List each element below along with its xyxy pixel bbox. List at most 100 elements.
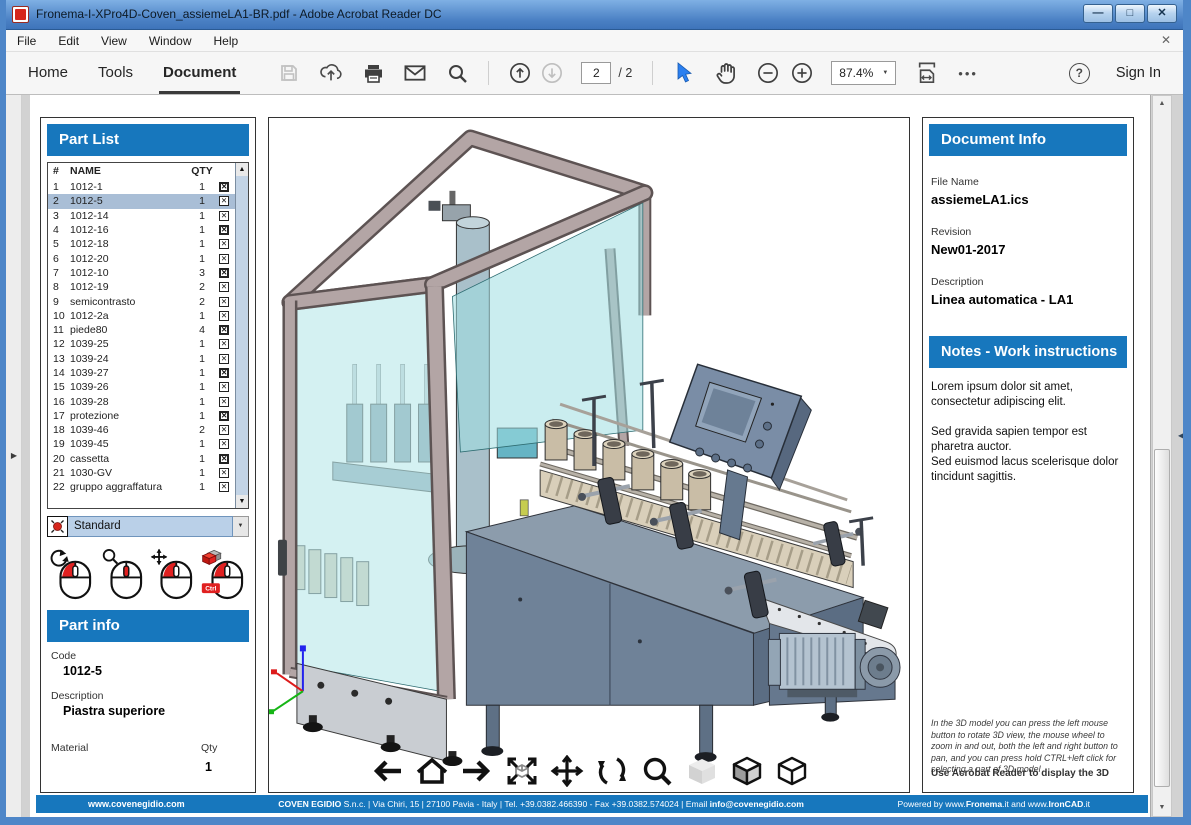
visibility-checkbox-icon[interactable]	[219, 354, 229, 364]
forward-icon[interactable]	[460, 755, 494, 787]
print-icon[interactable]	[362, 62, 384, 84]
visibility-checkbox-icon[interactable]	[219, 282, 229, 292]
expand-left-pane-icon[interactable]: ▶	[7, 447, 21, 465]
visibility-checkbox-icon[interactable]	[219, 382, 229, 392]
title-bar[interactable]: Fronema-I-XPro4D-Coven_assiemeLA1-BR.pdf…	[0, 0, 1191, 30]
tab-document[interactable]: Document	[155, 52, 244, 94]
back-icon[interactable]	[370, 755, 404, 787]
visibility-checkbox-icon[interactable]	[219, 339, 229, 349]
visibility-checkbox-icon[interactable]	[219, 268, 229, 278]
visibility-checkbox-icon[interactable]	[219, 397, 229, 407]
fit-width-icon[interactable]	[916, 62, 938, 84]
pan-icon[interactable]	[550, 755, 584, 787]
email-icon[interactable]	[404, 62, 426, 84]
scroll-down-icon[interactable]: ▼	[236, 495, 248, 508]
table-row[interactable]: 2 1012-5 1	[48, 194, 235, 208]
collapse-right-pane-icon[interactable]: ◀	[1178, 428, 1190, 444]
visibility-checkbox-icon[interactable]	[219, 454, 229, 464]
table-row[interactable]: 5 1012-18 1	[48, 237, 235, 251]
visibility-checkbox-icon[interactable]	[219, 211, 229, 221]
visibility-checkbox-icon[interactable]	[219, 468, 229, 478]
close-pane-icon[interactable]: ✕	[1157, 33, 1175, 47]
table-row[interactable]: 11 piede80 4	[48, 323, 235, 337]
wireframe-cube-icon[interactable]	[775, 755, 809, 787]
table-row[interactable]: 4 1012-16 1	[48, 223, 235, 237]
scroll-up-icon[interactable]: ▲	[236, 163, 248, 176]
save-icon[interactable]	[278, 62, 300, 84]
search-icon[interactable]	[446, 62, 468, 84]
mouse-select-part-icon: Ctrl	[201, 543, 247, 612]
home-icon[interactable]	[415, 755, 449, 787]
menu-edit[interactable]: Edit	[47, 31, 90, 51]
table-row[interactable]: 15 1039-26 1	[48, 380, 235, 394]
menu-file[interactable]: File	[6, 31, 47, 51]
visibility-checkbox-icon[interactable]	[219, 239, 229, 249]
visibility-checkbox-icon[interactable]	[219, 182, 229, 192]
part-list-scrollbar[interactable]: ▲ ▼	[235, 163, 248, 508]
hand-tool-icon[interactable]	[715, 62, 737, 84]
table-row[interactable]: 20 cassetta 1	[48, 452, 235, 466]
visibility-checkbox-icon[interactable]	[219, 325, 229, 335]
zoom-in-icon[interactable]	[791, 62, 813, 84]
visibility-checkbox-icon[interactable]	[219, 425, 229, 435]
table-row[interactable]: 1 1012-1 1	[48, 180, 235, 194]
menu-window[interactable]: Window	[138, 31, 203, 51]
3d-model-viewport[interactable]	[269, 118, 909, 792]
file-name-value: assiemeLA1.ics	[931, 192, 1029, 207]
page-down-icon[interactable]	[541, 62, 563, 84]
menu-view[interactable]: View	[90, 31, 138, 51]
tab-tools[interactable]: Tools	[90, 52, 141, 94]
nav-pane-strip: ▶	[6, 95, 22, 817]
scrollbar-thumb[interactable]	[1154, 449, 1170, 787]
table-row[interactable]: 17 protezione 1	[48, 409, 235, 423]
visibility-checkbox-icon[interactable]	[219, 439, 229, 449]
maximize-button[interactable]: □	[1115, 4, 1145, 23]
zoom-extents-icon[interactable]	[505, 755, 539, 787]
close-button[interactable]: ✕	[1147, 4, 1177, 23]
select-tool-icon[interactable]	[673, 62, 695, 84]
view-mode-select[interactable]: Standard ▼	[47, 516, 249, 537]
vertical-scrollbar[interactable]: ▲ ▼	[1152, 95, 1172, 817]
table-row[interactable]: 22 gruppo aggraffatura 1	[48, 480, 235, 494]
rotate-icon[interactable]	[595, 755, 629, 787]
table-row[interactable]: 8 1012-19 2	[48, 280, 235, 294]
table-row[interactable]: 14 1039-27 1	[48, 366, 235, 380]
table-row[interactable]: 7 1012-10 3	[48, 266, 235, 280]
table-row[interactable]: 9 semicontrasto 2	[48, 294, 235, 308]
menu-help[interactable]: Help	[203, 31, 250, 51]
page-number-input[interactable]	[581, 62, 611, 84]
minimize-button[interactable]: —	[1083, 4, 1113, 23]
table-row[interactable]: 3 1012-14 1	[48, 209, 235, 223]
table-row[interactable]: 16 1039-28 1	[48, 394, 235, 408]
shaded-cube-icon[interactable]	[730, 755, 764, 787]
visibility-checkbox-icon[interactable]	[219, 482, 229, 492]
table-row[interactable]: 13 1039-24 1	[48, 352, 235, 366]
scroll-up-icon[interactable]: ▲	[1153, 96, 1171, 112]
visibility-checkbox-icon[interactable]	[219, 368, 229, 378]
visibility-checkbox-icon[interactable]	[219, 411, 229, 421]
visibility-checkbox-icon[interactable]	[219, 254, 229, 264]
sign-in-button[interactable]: Sign In	[1116, 65, 1161, 81]
visibility-checkbox-icon[interactable]	[219, 297, 229, 307]
table-row[interactable]: 12 1039-25 1	[48, 337, 235, 351]
tab-home[interactable]: Home	[20, 52, 76, 94]
table-row[interactable]: 10 1012-2a 1	[48, 309, 235, 323]
more-tools-icon[interactable]: •••	[958, 66, 978, 81]
solid-cube-icon[interactable]	[685, 755, 719, 787]
zoom-level-select[interactable]: 87.4% ▼	[831, 61, 896, 85]
visibility-checkbox-icon[interactable]	[219, 196, 229, 206]
visibility-checkbox-icon[interactable]	[219, 311, 229, 321]
upload-icon[interactable]	[320, 62, 342, 84]
scroll-down-icon[interactable]: ▼	[1153, 800, 1171, 816]
chevron-down-icon: ▼	[882, 70, 888, 76]
zoom-out-icon[interactable]	[757, 62, 779, 84]
zoom-icon[interactable]	[640, 755, 674, 787]
table-row[interactable]: 6 1012-20 1	[48, 251, 235, 265]
table-row[interactable]: 21 1030-GV 1	[48, 466, 235, 480]
table-row[interactable]: 18 1039-46 2	[48, 423, 235, 437]
help-icon[interactable]: ?	[1069, 63, 1090, 84]
table-row[interactable]: 19 1039-45 1	[48, 437, 235, 451]
page-up-icon[interactable]	[509, 62, 531, 84]
chevron-down-icon[interactable]: ▼	[233, 516, 249, 537]
visibility-checkbox-icon[interactable]	[219, 225, 229, 235]
